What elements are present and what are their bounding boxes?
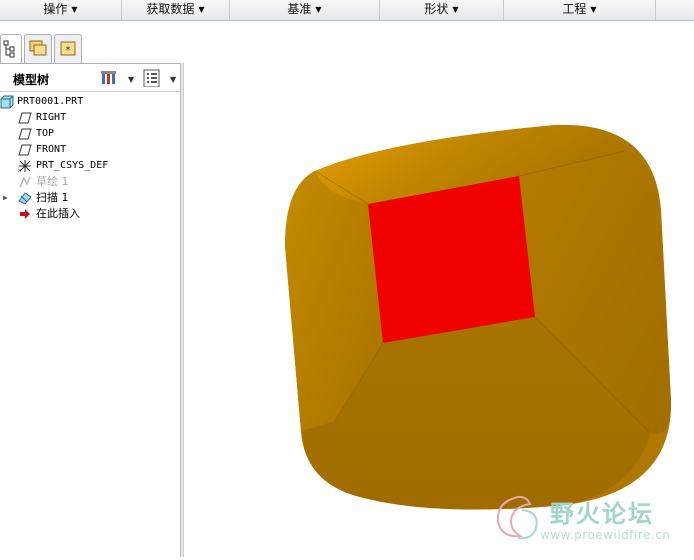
model-tree-panel: 模型树 ▼ ▼ PRT0001.PRT RIGHT TOP FRONT x PR…	[0, 63, 180, 558]
datum-plane-icon	[18, 144, 32, 156]
chevron-down-icon: ▼	[71, 5, 78, 14]
list-show-icon	[143, 69, 160, 87]
datum-plane-icon	[18, 128, 32, 140]
panel-splitter[interactable]	[180, 63, 184, 557]
watermark-logo	[496, 495, 538, 540]
navigator-tabs: *	[0, 34, 180, 64]
menu-operations[interactable]: 操作 ▼	[0, 0, 122, 20]
tree-item-sweep[interactable]: ▶ 扫描 1	[0, 190, 178, 206]
graphics-viewport[interactable]	[185, 21, 694, 557]
sweep-icon	[18, 192, 32, 205]
selected-face[interactable]	[368, 176, 535, 343]
expand-arrow-icon[interactable]: ▶	[3, 190, 8, 206]
svg-text:x: x	[18, 168, 21, 173]
chevron-down-icon: ▼	[452, 5, 459, 14]
menu-engineering[interactable]: 工程 ▼	[504, 0, 656, 20]
tree-item-sketch[interactable]: 草绘 1	[0, 174, 178, 190]
folder-browser-icon	[29, 40, 47, 56]
tab-favorites[interactable]: *	[54, 34, 82, 63]
menu-datum[interactable]: 基准 ▼	[230, 0, 380, 20]
model-tree-icon	[3, 40, 15, 58]
panel-title: 模型树	[13, 73, 50, 87]
tree-item-front[interactable]: FRONT	[0, 142, 178, 158]
menu-get-data[interactable]: 获取数据 ▼	[122, 0, 230, 20]
tree-item-part[interactable]: PRT0001.PRT	[0, 94, 178, 110]
settings-tools-icon	[101, 71, 116, 84]
svg-text:*: *	[66, 45, 71, 56]
chevron-down-icon: ▼	[128, 75, 134, 84]
tree-item-right[interactable]: RIGHT	[0, 110, 178, 126]
chevron-down-icon: ▼	[590, 5, 597, 14]
tab-model-tree[interactable]	[0, 34, 22, 64]
insert-here-arrow-icon	[20, 209, 30, 219]
chevron-down-icon: ▼	[170, 75, 177, 84]
chevron-down-icon: ▼	[315, 5, 322, 14]
tree-show-button[interactable]: ▼	[142, 69, 178, 87]
tree-item-csys[interactable]: x PRT_CSYS_DEF	[0, 158, 178, 174]
model-render	[285, 124, 672, 510]
chevron-down-icon: ▼	[198, 5, 205, 14]
part-icon	[0, 95, 14, 109]
menu-bar: 操作 ▼ 获取数据 ▼ 基准 ▼ 形状 ▼ 工程 ▼	[0, 0, 694, 21]
favorites-icon: *	[60, 41, 76, 56]
coordinate-system-icon: x	[18, 160, 31, 173]
datum-plane-icon	[18, 112, 32, 124]
watermark-url: www.proewildfire.cn	[540, 528, 671, 542]
tree-settings-button[interactable]: ▼	[100, 69, 134, 87]
sketch-icon	[19, 176, 31, 188]
menu-shapes[interactable]: 形状 ▼	[380, 0, 504, 20]
tree-item-insert-here[interactable]: 在此插入	[0, 206, 178, 222]
watermark-brand: 野火论坛	[550, 500, 654, 528]
tree-item-top[interactable]: TOP	[0, 126, 178, 142]
tab-folder-browser[interactable]	[24, 34, 52, 63]
model-tree-header: 模型树 ▼ ▼	[0, 64, 180, 92]
